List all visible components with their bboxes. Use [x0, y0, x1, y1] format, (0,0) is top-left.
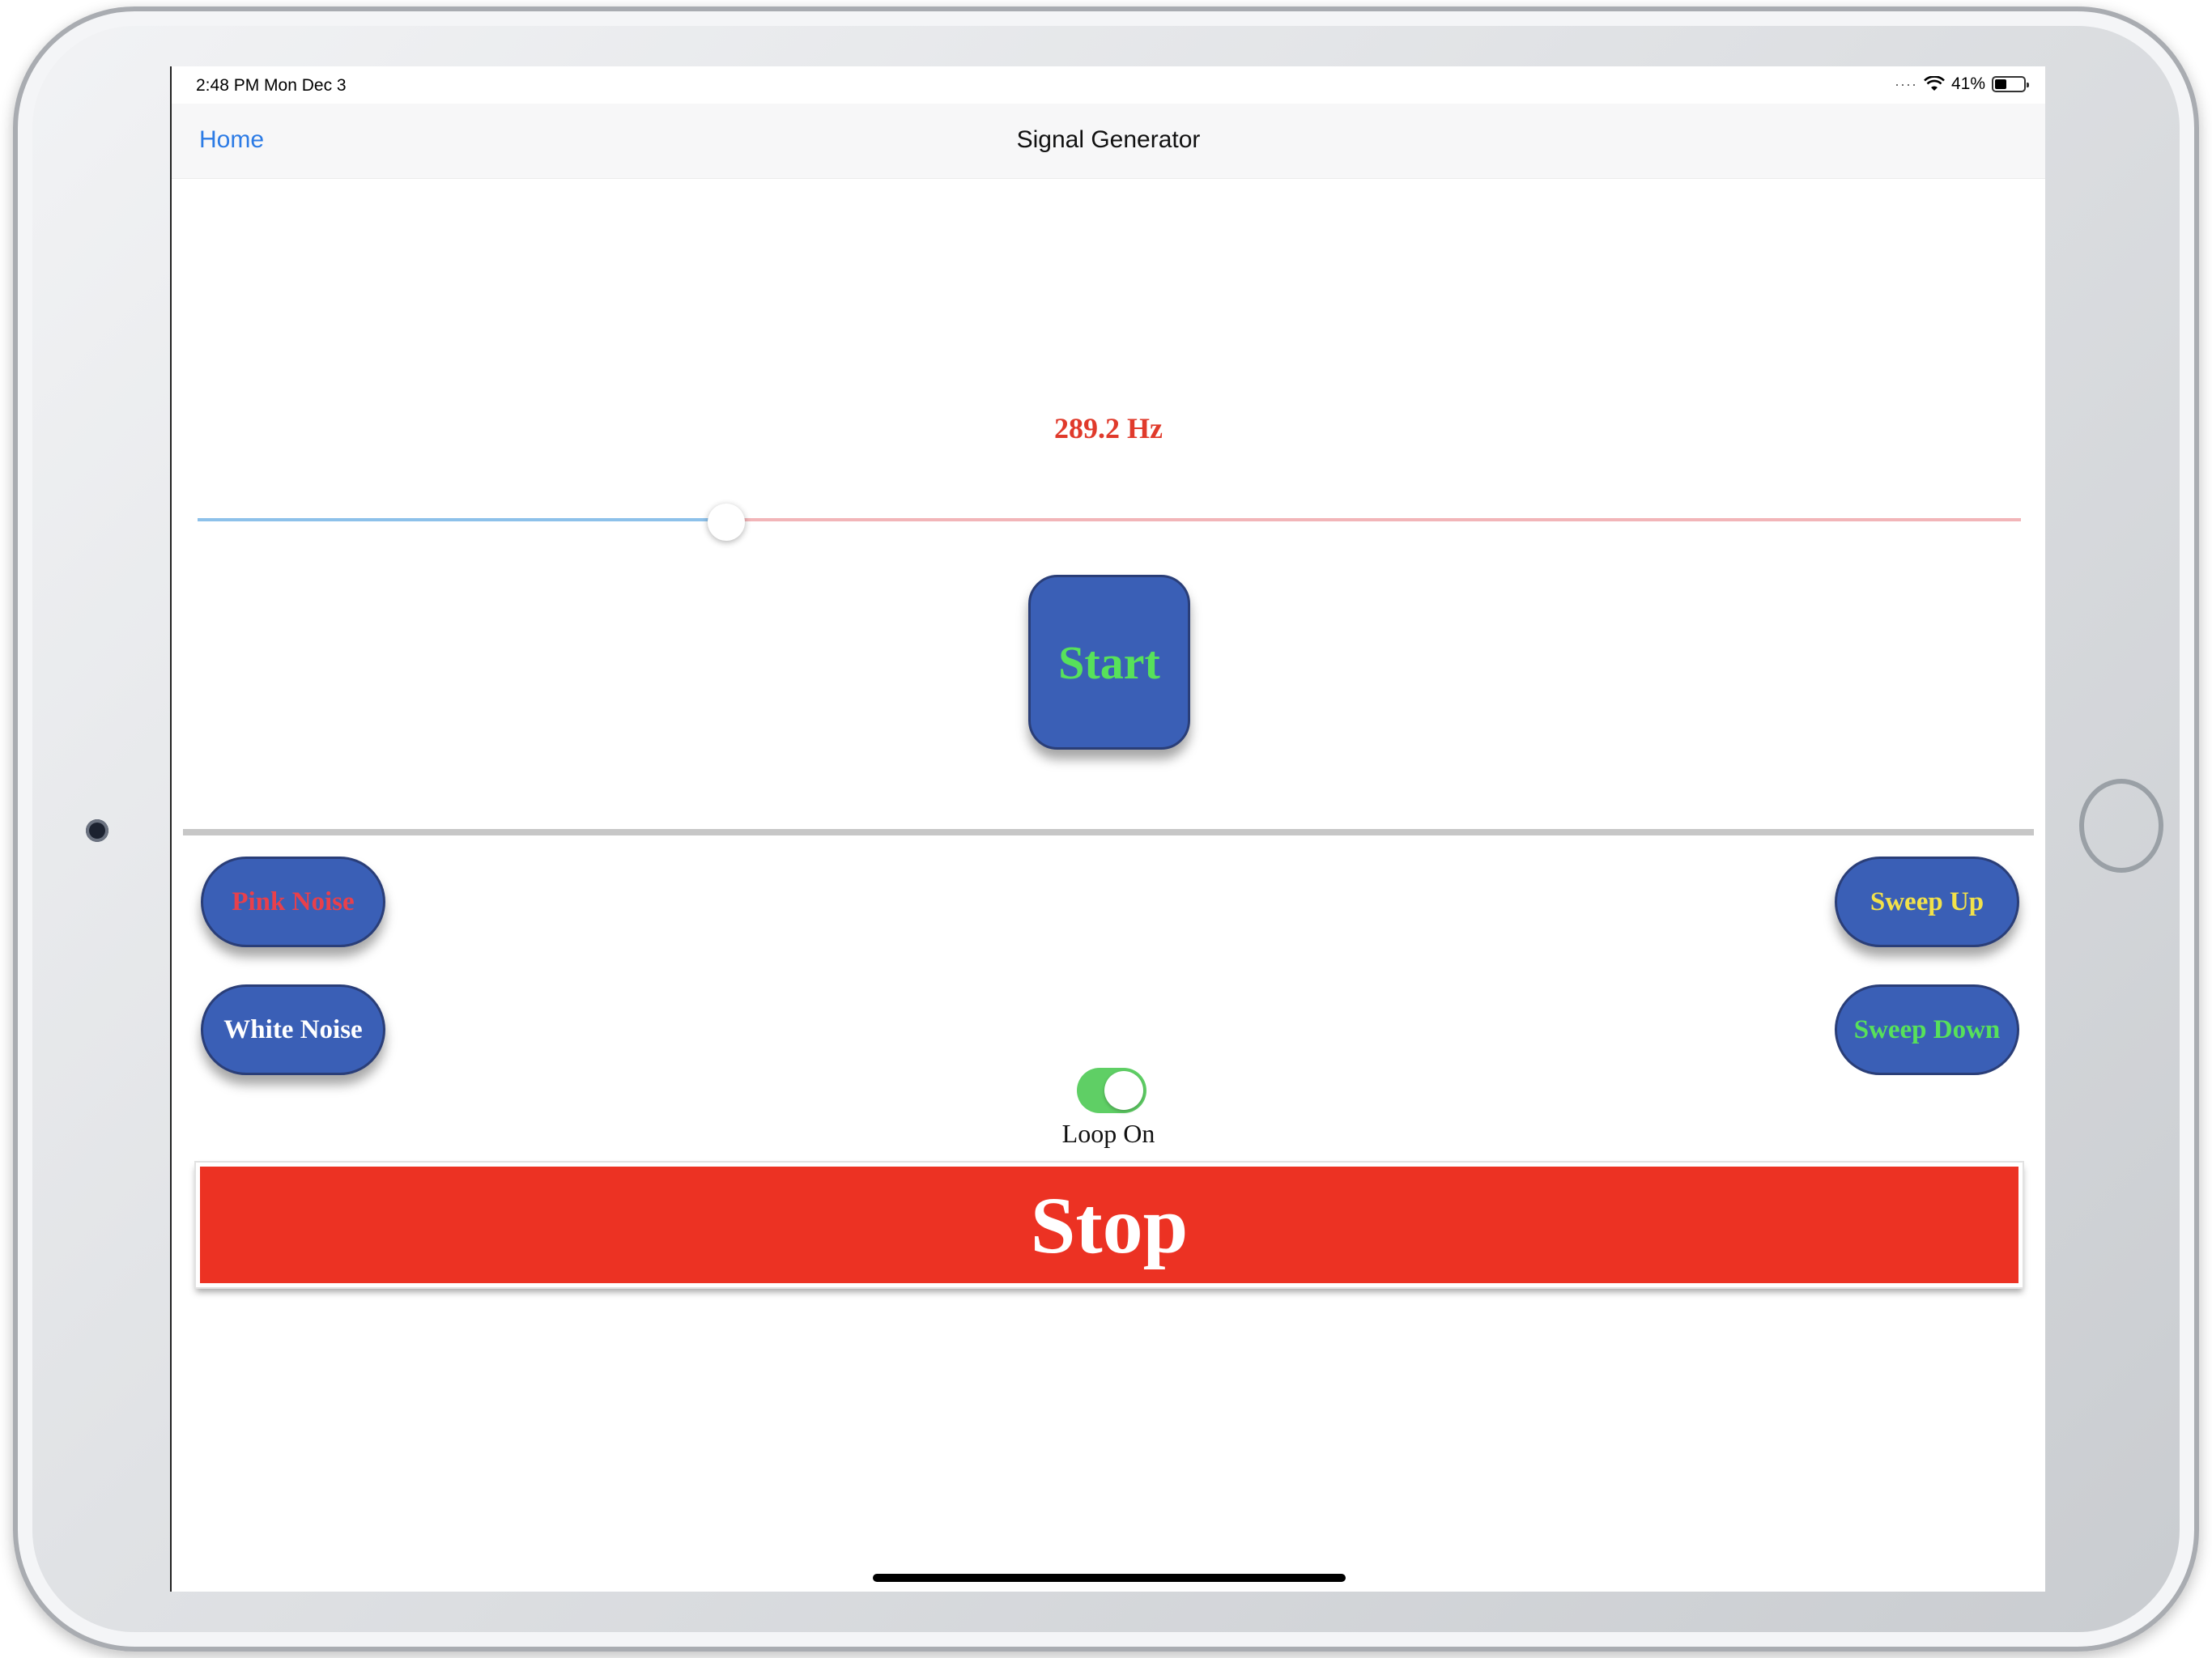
frequency-slider[interactable]: [198, 504, 2021, 541]
cellular-dots-icon: ····: [1894, 75, 1917, 92]
sweep-up-button[interactable]: Sweep Up: [1835, 857, 2019, 947]
start-button[interactable]: Start: [1028, 575, 1190, 750]
navigation-bar: Home Signal Generator: [172, 104, 2045, 179]
toggle-knob: [1104, 1071, 1143, 1110]
pink-noise-button[interactable]: Pink Noise: [201, 857, 385, 947]
status-indicators: ···· 41%: [1894, 74, 2029, 94]
frequency-readout: 289.2 Hz: [1054, 412, 1163, 444]
app-screen: 2:48 PM Mon Dec 3 ···· 41% Home Signal G…: [170, 66, 2045, 1592]
battery-percent: 41%: [1950, 74, 1985, 93]
device-home-button[interactable]: [2079, 779, 2163, 873]
status-bar: 2:48 PM Mon Dec 3 ···· 41%: [172, 66, 2045, 104]
sweep-down-button[interactable]: Sweep Down: [1835, 984, 2019, 1075]
wifi-icon: [1924, 76, 1945, 91]
loop-label: Loop On: [1061, 1119, 1155, 1148]
home-indicator: [873, 1574, 1346, 1582]
slider-filled-track: [198, 518, 727, 521]
battery-icon: [1992, 76, 2029, 92]
slider-thumb[interactable]: [708, 504, 746, 541]
loop-toggle[interactable]: [1077, 1068, 1146, 1113]
page-title: Signal Generator: [1016, 126, 1201, 153]
stop-button[interactable]: Stop: [194, 1161, 2024, 1289]
front-camera: [86, 819, 108, 842]
section-divider: [183, 829, 2034, 835]
white-noise-button[interactable]: White Noise: [201, 984, 385, 1075]
status-time: 2:48 PM Mon Dec 3: [196, 76, 347, 95]
